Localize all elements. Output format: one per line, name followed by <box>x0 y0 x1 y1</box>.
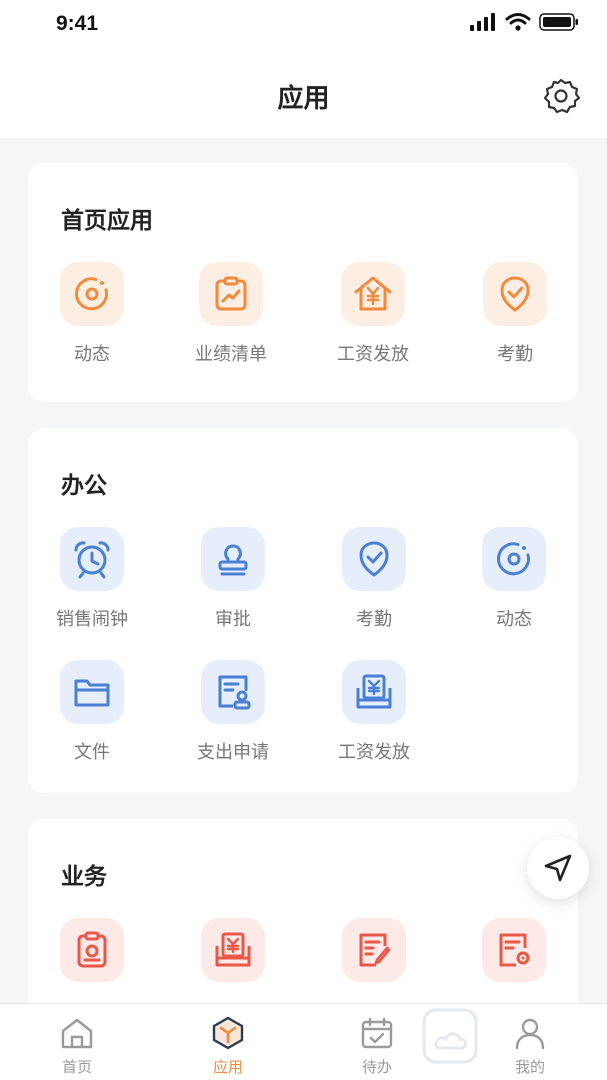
app-item-salary[interactable]: 工资发放 <box>308 262 438 366</box>
app-label: 工资发放 <box>337 344 409 365</box>
clipboard-gear-icon <box>77 931 107 968</box>
app-item-performance-list[interactable]: 业绩清单 <box>166 262 296 366</box>
status-bar: 9:41 <box>0 0 607 48</box>
tab-todo[interactable]: 待办 <box>337 1016 417 1077</box>
app-label: 考勤 <box>497 344 533 365</box>
gear-icon <box>543 78 581 114</box>
app-icon-tile <box>201 660 265 724</box>
app-label: 支出申请 <box>197 742 269 763</box>
app-icon-tile <box>342 660 406 724</box>
tab-apps[interactable]: 应用 <box>188 1016 268 1077</box>
payment-tray-icon <box>215 932 251 967</box>
app-item-business-3[interactable] <box>309 918 439 982</box>
app-item-attendance[interactable]: 考勤 <box>450 262 580 366</box>
app-icon-tile <box>199 262 263 326</box>
section-title: 办公 <box>61 473 107 499</box>
salary-tray-icon <box>356 674 392 709</box>
app-icon-tile <box>482 918 546 982</box>
attendance-shield-icon <box>359 541 389 577</box>
app-item-dynamic[interactable]: 动态 <box>27 262 157 366</box>
dynamic-icon <box>74 277 108 311</box>
tab-home[interactable]: 首页 <box>37 1016 117 1077</box>
app-icon-tile <box>201 918 265 982</box>
calendar-check-icon <box>361 1017 393 1049</box>
alarm-clock-icon <box>74 541 110 579</box>
signal-icon <box>470 13 495 31</box>
app-item-business-2[interactable] <box>168 918 298 982</box>
section-title: 业务 <box>61 864 107 890</box>
app-item-business-4[interactable] <box>449 918 579 982</box>
stamp-icon <box>218 544 248 576</box>
app-icon-tile <box>342 527 406 591</box>
app-icon-tile <box>342 918 406 982</box>
app-label: 工资发放 <box>338 742 410 763</box>
tab-label: 应用 <box>212 1058 243 1076</box>
app-label: 动态 <box>496 609 532 630</box>
salary-house-icon <box>354 276 392 311</box>
expense-form-icon <box>218 675 251 710</box>
navigation-arrow-icon <box>544 854 572 882</box>
user-icon <box>515 1018 545 1050</box>
app-icon-tile <box>60 527 124 591</box>
app-label: 销售闹钟 <box>56 609 128 630</box>
tab-label: 我的 <box>514 1058 545 1076</box>
locate-float-button[interactable] <box>527 837 589 899</box>
wifi-icon <box>505 13 531 31</box>
header: 应用 <box>0 48 607 138</box>
app-icon-tile <box>201 527 265 591</box>
app-label: 审批 <box>215 609 251 630</box>
app-label: 业绩清单 <box>195 344 267 365</box>
battery-icon <box>539 13 578 31</box>
status-time: 9:41 <box>56 12 99 35</box>
app-icon-tile <box>60 262 124 326</box>
app-icon-tile <box>341 262 405 326</box>
app-item-sales-alarm[interactable]: 销售闹钟 <box>27 527 157 631</box>
watermark-icon <box>422 1008 478 1064</box>
app-icon-tile <box>483 262 547 326</box>
page-title: 应用 <box>277 84 330 114</box>
office-card: 办公 销售闹钟 审批 考勤 动态 文件 支出申请 工资发放 <box>28 428 578 793</box>
dynamic-icon <box>496 542 530 576</box>
apps-icon <box>212 1016 244 1050</box>
app-label: 动态 <box>74 344 110 365</box>
tab-label: 待办 <box>361 1058 392 1076</box>
performance-list-icon <box>215 276 247 311</box>
app-icon-tile <box>482 527 546 591</box>
tab-profile[interactable]: 我的 <box>490 1016 570 1077</box>
app-item-files[interactable]: 文件 <box>27 660 157 764</box>
app-item-approval[interactable]: 审批 <box>168 527 298 631</box>
edit-report-icon <box>359 933 391 967</box>
settings-button[interactable] <box>541 76 581 116</box>
settings-report-icon <box>499 933 530 967</box>
status-icons <box>469 12 579 32</box>
attendance-shield-icon <box>500 276 530 312</box>
app-item-salary[interactable]: 工资发放 <box>309 660 439 764</box>
section-title: 首页应用 <box>61 208 153 234</box>
app-item-attendance[interactable]: 考勤 <box>309 527 439 631</box>
app-label: 考勤 <box>356 609 392 630</box>
tab-label: 首页 <box>61 1058 92 1076</box>
watermark-logo <box>420 1006 480 1070</box>
app-item-business-1[interactable] <box>27 918 157 982</box>
app-icon-tile <box>60 918 124 982</box>
home-icon <box>61 1018 93 1049</box>
bottom-tab-bar: 首页 应用 待办 我的 <box>0 1003 607 1080</box>
app-icon-tile <box>60 660 124 724</box>
app-label: 文件 <box>74 742 110 763</box>
home-apps-card: 首页应用 动态 业绩清单 工资发放 考勤 <box>28 163 578 402</box>
app-item-dynamic[interactable]: 动态 <box>449 527 579 631</box>
app-item-expense-request[interactable]: 支出申请 <box>168 660 298 764</box>
folder-icon <box>74 679 110 707</box>
